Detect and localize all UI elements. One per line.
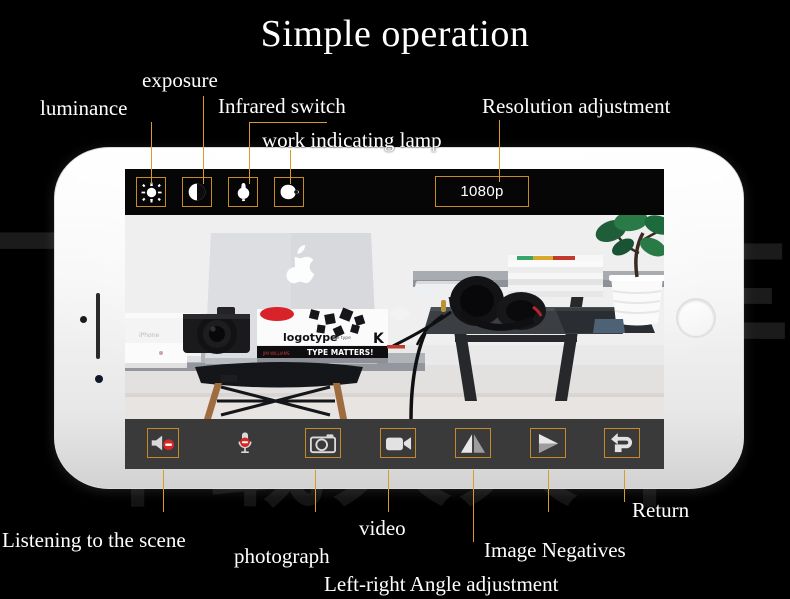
svg-text:logotype: logotype — [283, 331, 338, 344]
leader-line-video — [388, 470, 389, 512]
callout-work-indicating-lamp: work indicating lamp — [262, 128, 442, 152]
callout-listening: Listening to the scene — [2, 528, 186, 552]
preview-illustration: iPhone logotype the type K TYPE MATTERS!… — [125, 215, 664, 419]
left-right-angle-adjustment-button[interactable] — [530, 428, 566, 458]
leader-line-work-lamp — [290, 150, 291, 184]
callout-photograph: photograph — [234, 544, 330, 568]
video-camera-icon — [385, 435, 412, 452]
screenshot-root: 下载人人车 下载人人车 Simple operation luminance e… — [0, 0, 790, 599]
callout-image-negatives: Image Negatives — [484, 538, 626, 562]
sun-icon — [141, 182, 162, 203]
leader-line-return — [624, 470, 625, 502]
infrared-switch-button[interactable] — [274, 177, 304, 207]
photograph-button[interactable] — [305, 428, 341, 458]
callout-left-right-angle: Left-right Angle adjustment — [324, 572, 559, 596]
leader-line-listening — [163, 470, 164, 512]
resolution-label: 1080p — [460, 183, 504, 200]
triangle-right-icon — [536, 433, 561, 454]
svg-text:the type: the type — [332, 335, 351, 341]
camera-icon — [310, 433, 336, 454]
resolution-adjustment-button[interactable]: 1080p — [435, 176, 529, 207]
return-arrow-icon — [610, 432, 635, 454]
camera-preview: iPhone logotype the type K TYPE MATTERS!… — [125, 215, 664, 419]
light-bulb-icon — [234, 182, 253, 203]
phone-earpiece-slot — [96, 293, 100, 359]
speaker-muted-icon — [150, 433, 176, 453]
callout-resolution-adjustment: Resolution adjustment — [482, 94, 671, 118]
home-button[interactable] — [676, 298, 716, 338]
leader-line-left-right-angle — [473, 470, 474, 542]
listening-to-the-scene-button[interactable] — [147, 428, 179, 458]
microphone-button[interactable] — [229, 428, 261, 458]
callout-video: video — [359, 516, 406, 540]
callout-return: Return — [632, 498, 690, 522]
camera-top-toolbar: 1080p — [125, 169, 664, 215]
callout-infrared-switch: Infrared switch — [218, 94, 346, 118]
camera-bottom-toolbar — [125, 419, 664, 469]
svg-text:TYPE MATTERS!: TYPE MATTERS! — [307, 348, 374, 357]
phone-front-camera — [80, 316, 87, 323]
leader-line-infrared — [249, 122, 250, 184]
image-negatives-button[interactable] — [455, 428, 491, 458]
return-button[interactable] — [604, 428, 640, 458]
microphone-muted-icon — [237, 431, 253, 455]
mirror-triangles-icon — [460, 433, 486, 454]
leader-line-exposure — [203, 96, 204, 184]
svg-text:iPhone: iPhone — [139, 332, 160, 339]
phone-screen: iPhone logotype the type K TYPE MATTERS!… — [125, 169, 664, 469]
leader-line-resolution — [499, 120, 500, 182]
exposure-button[interactable] — [182, 177, 212, 207]
contrast-half-circle-icon — [187, 182, 207, 202]
leader-line-photograph — [315, 470, 316, 512]
leader-stub-infrared — [249, 122, 327, 123]
callout-luminance: luminance — [40, 96, 128, 120]
infrared-lamp-icon — [278, 183, 300, 201]
svg-text:K: K — [373, 331, 385, 347]
callout-exposure: exposure — [142, 68, 218, 92]
work-indicating-lamp-button[interactable] — [228, 177, 258, 207]
svg-text:JIM WILLIAMS: JIM WILLIAMS — [262, 351, 290, 356]
video-button[interactable] — [380, 428, 416, 458]
leader-line-luminance — [151, 122, 152, 184]
page-title: Simple operation — [260, 13, 530, 55]
leader-line-image-negatives — [548, 470, 549, 512]
phone-proximity-sensor — [95, 375, 103, 383]
